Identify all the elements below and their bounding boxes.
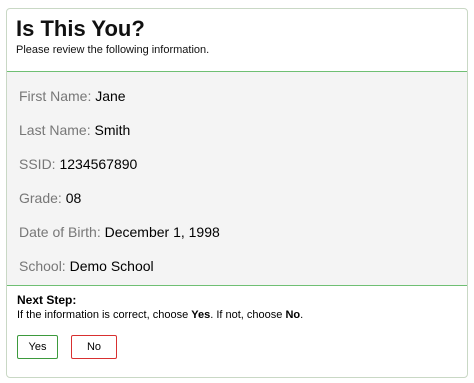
identity-confirmation-panel: Is This You? Please review the following… — [6, 8, 468, 378]
dob-label: Date of Birth: — [19, 224, 105, 240]
first-name-value: Jane — [95, 88, 126, 104]
last-name-label: Last Name: — [19, 122, 95, 138]
next-step-no-word: No — [285, 309, 301, 321]
next-step-text-part-3: . — [300, 309, 304, 321]
dob-row: Date of Birth: December 1, 1998 — [7, 221, 467, 255]
last-name-value: Smith — [94, 122, 131, 138]
dob-value: December 1, 1998 — [104, 224, 220, 240]
panel-header: Is This You? Please review the following… — [7, 9, 467, 72]
next-step-section: Next Step: If the information is correct… — [7, 286, 467, 359]
next-step-title: Next Step: — [17, 293, 77, 307]
yes-button[interactable]: Yes — [17, 335, 58, 359]
next-step-text-part-2: . If not, choose — [210, 309, 286, 321]
student-info-section: First Name: Jane Last Name: Smith SSID: … — [7, 72, 467, 286]
grade-value: 08 — [65, 190, 82, 206]
school-label: School: — [19, 258, 70, 274]
grade-label: Grade: — [19, 190, 66, 206]
button-group: Yes No — [17, 335, 467, 359]
ssid-row: SSID: 1234567890 — [7, 153, 467, 187]
page-subtitle: Please review the following information. — [16, 44, 210, 56]
first-name-row: First Name: Jane — [7, 85, 467, 119]
next-step-instructions: If the information is correct, choose Ye… — [17, 308, 467, 322]
school-value: Demo School — [69, 258, 154, 274]
ssid-value: 1234567890 — [59, 156, 138, 172]
page-title: Is This You? — [16, 16, 145, 41]
next-step-yes-word: Yes — [191, 309, 211, 321]
next-step-text-part-1: If the information is correct, choose — [17, 309, 192, 321]
ssid-label: SSID: — [19, 156, 60, 172]
grade-row: Grade: 08 — [7, 187, 467, 221]
no-button[interactable]: No — [71, 335, 117, 359]
first-name-label: First Name: — [19, 88, 96, 104]
last-name-row: Last Name: Smith — [7, 119, 467, 153]
school-row: School: Demo School — [7, 255, 467, 289]
